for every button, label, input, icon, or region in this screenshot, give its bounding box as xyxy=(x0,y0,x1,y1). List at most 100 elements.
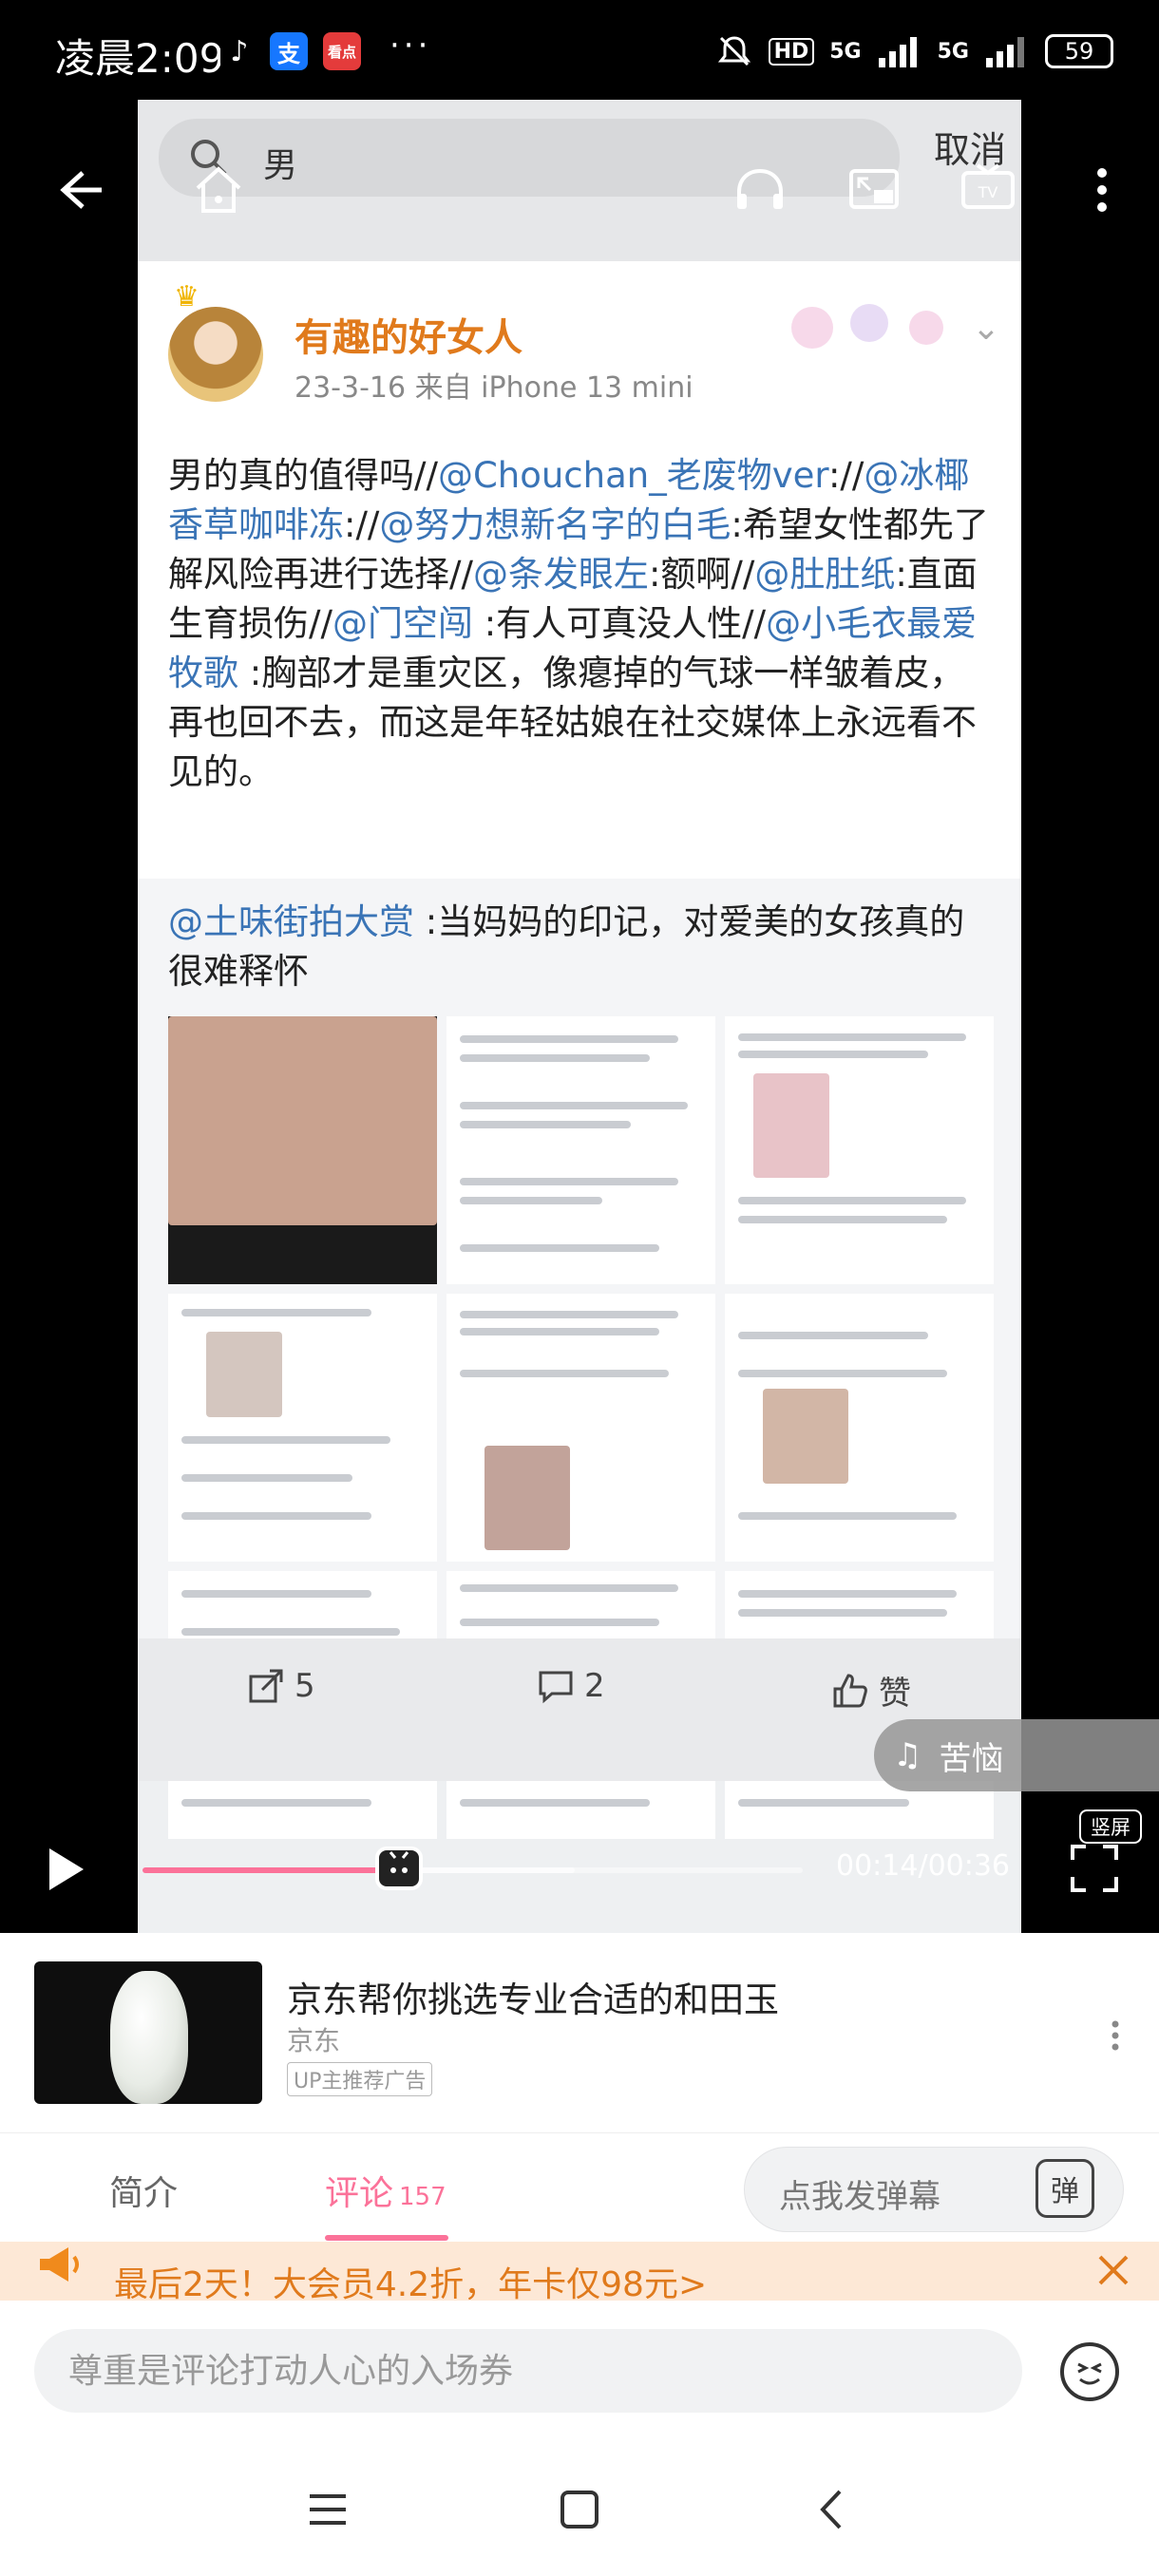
status-time: 凌晨2:09 xyxy=(55,35,225,82)
danmaku-toggle-icon[interactable]: 弹 xyxy=(1036,2159,1094,2218)
home-icon xyxy=(196,166,241,213)
sticker-graphic xyxy=(791,304,943,349)
post-text-segment: :有人可真没人性// xyxy=(472,603,767,644)
battery-icon: 59 xyxy=(1045,34,1113,68)
repost-text: @土味街拍大赏 :当妈妈的印记，对爱美的女孩真的很难释怀 xyxy=(168,898,995,996)
network-label-1: 5G xyxy=(829,39,862,64)
nav-home-button[interactable] xyxy=(551,2481,608,2538)
post-mention[interactable]: @门空闯 xyxy=(332,603,473,644)
poster-meta: 23-3-16 来自 iPhone 13 mini xyxy=(294,371,694,405)
post-body: 男的真的值得吗//@Chouchan_老废物ver://@冰椰香草咖啡冻://@… xyxy=(168,451,995,797)
nav-back-button[interactable] xyxy=(803,2481,860,2538)
frame-like: 赞 xyxy=(831,1667,911,1714)
post-mention[interactable]: @Chouchan_老废物ver xyxy=(438,455,828,496)
back-arrow-icon xyxy=(60,171,102,209)
comment-input[interactable] xyxy=(34,2329,1022,2413)
menu-icon xyxy=(310,2494,346,2525)
status-indicators: HD 5G 5G 59 xyxy=(715,32,1113,70)
comment-icon xyxy=(539,1671,573,1704)
progress-slider[interactable] xyxy=(142,1847,803,1890)
frame-search-query: 男 xyxy=(263,146,298,185)
jade-image xyxy=(110,1971,188,2104)
video-frame: 男 取消 ♛ 有趣的好女人 23-3-16 来自 iPhone 13 mini … xyxy=(138,100,1021,1933)
frame-share: 5 xyxy=(247,1667,315,1705)
megaphone-icon xyxy=(36,2244,84,2296)
post-mention[interactable]: @条发眼左 xyxy=(473,554,649,595)
cast-tv-button[interactable]: TV xyxy=(955,157,1021,223)
picture-in-picture-icon xyxy=(849,169,899,209)
music-chip[interactable]: ♫ 苦恼 xyxy=(874,1719,1159,1791)
news-icon: 看点 xyxy=(323,32,361,70)
ad-card[interactable]: 京东帮你挑选专业合适的和田玉 京东 UP主推荐广告 xyxy=(0,1933,1159,2132)
danmaku-placeholder: 点我发弹幕 xyxy=(779,2178,940,2216)
promo-banner[interactable]: 最后2天！大会员4.2折，年卡仅98元> xyxy=(0,2242,1159,2301)
weibo-post-card: ♛ 有趣的好女人 23-3-16 来自 iPhone 13 mini ⌄ 男的真… xyxy=(138,261,1021,1839)
post-text-segment: :// xyxy=(827,455,864,496)
signal-icon-2 xyxy=(986,37,1024,67)
hd-badge: HD xyxy=(768,37,815,66)
poster-avatar xyxy=(168,307,263,402)
tab-intro[interactable]: 简介 xyxy=(109,2166,178,2215)
chevron-down-icon: ⌄ xyxy=(971,309,1000,348)
ad-tag: UP主推荐广告 xyxy=(287,2062,433,2096)
square-icon xyxy=(560,2491,598,2529)
ad-title: 京东帮你挑选专业合适的和田玉 xyxy=(287,1979,779,2020)
play-button[interactable] xyxy=(28,1833,101,1905)
ad-thumbnail xyxy=(34,1961,262,2104)
post-text-segment: 男的真的值得吗// xyxy=(168,455,438,496)
comment-area xyxy=(0,2301,1159,2443)
tab-comments[interactable]: 评论 157 xyxy=(325,2166,446,2215)
tiktok-icon: ♪ xyxy=(220,32,258,70)
frame-comment: 2 xyxy=(537,1667,605,1705)
post-mention[interactable]: @肚肚纸 xyxy=(754,554,895,595)
post-text-segment: :// xyxy=(344,504,380,545)
fullscreen-button[interactable] xyxy=(1064,1838,1125,1899)
mute-bell-icon xyxy=(717,36,750,66)
frame-like-label: 赞 xyxy=(879,1675,911,1713)
tabs-row: 简介 评论 157 点我发弹幕 弹 xyxy=(0,2132,1159,2242)
tab-comments-count: 157 xyxy=(399,2183,446,2211)
post-image-1 xyxy=(168,1016,437,1284)
back-button[interactable] xyxy=(48,157,114,223)
ad-brand: 京东 xyxy=(287,2025,341,2056)
emoji-face-icon xyxy=(1077,2362,1102,2385)
status-more-dots: ··· xyxy=(390,27,432,65)
more-options-button[interactable] xyxy=(1074,157,1130,223)
listen-button[interactable] xyxy=(727,157,793,223)
frame-comment-count: 2 xyxy=(584,1667,605,1705)
tab-active-underline xyxy=(325,2235,448,2241)
post-image-5 xyxy=(446,1294,715,1562)
post-image-2 xyxy=(446,1016,715,1284)
nav-menu-button[interactable] xyxy=(299,2481,356,2538)
svg-text:TV: TV xyxy=(978,183,998,201)
post-image-6 xyxy=(725,1294,994,1562)
network-label-2: 5G xyxy=(937,39,969,64)
danmaku-input[interactable]: 点我发弹幕 弹 xyxy=(744,2147,1124,2232)
progress-fill xyxy=(142,1867,400,1873)
progress-thumb-icon[interactable] xyxy=(375,1847,424,1890)
ad-more-button[interactable] xyxy=(1110,2018,1121,2060)
emoji-icon[interactable] xyxy=(1060,2342,1119,2401)
post-image-3 xyxy=(725,1016,994,1284)
system-nav-bar xyxy=(0,2443,1159,2576)
post-text-segment: :额啊// xyxy=(648,554,755,595)
home-button[interactable] xyxy=(185,157,252,223)
more-vertical-icon xyxy=(1097,168,1107,212)
promo-close-icon[interactable] xyxy=(1094,2251,1132,2299)
frame-share-count: 5 xyxy=(294,1667,315,1705)
play-icon xyxy=(49,1848,84,1890)
tv-mascot-icon xyxy=(383,1851,416,1883)
promo-text: 最后2天！大会员4.2折，年卡仅98元> xyxy=(114,2265,708,2301)
more-vertical-icon xyxy=(1112,2020,1119,2051)
tv-cast-icon: TV xyxy=(961,163,1015,209)
megaphone-graphic xyxy=(40,2247,79,2282)
crown-icon: ♛ xyxy=(174,280,200,313)
music-note-icon: ♫ xyxy=(893,1736,922,1774)
poster-name: 有趣的好女人 xyxy=(294,316,522,360)
status-bar: 凌晨2:09 ♪ 支 看点 ··· HD 5G 5G 59 xyxy=(0,0,1159,100)
repost-box: @土味街拍大赏 :当妈妈的印记，对爱美的女孩真的很难释怀 xyxy=(138,879,1021,1839)
video-player[interactable]: 男 取消 ♛ 有趣的好女人 23-3-16 来自 iPhone 13 mini … xyxy=(0,100,1159,1933)
post-mention[interactable]: @努力想新名字的白毛 xyxy=(379,504,731,545)
fullscreen-icon xyxy=(1071,1845,1118,1892)
pip-button[interactable] xyxy=(841,157,907,223)
